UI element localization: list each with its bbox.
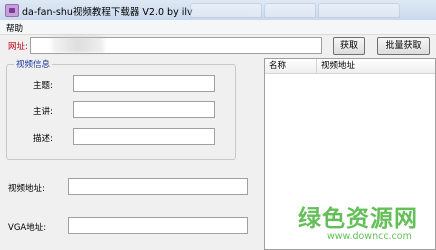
video-list-header: 名称 视频地址 bbox=[265, 59, 435, 74]
url-label: 网址: bbox=[8, 42, 28, 52]
app-icon bbox=[5, 4, 19, 17]
column-header-name[interactable]: 名称 bbox=[265, 59, 317, 73]
watermark-url: www.downcc.com bbox=[327, 231, 412, 242]
video-info-title: 视频信息 bbox=[14, 58, 53, 70]
subject-label: 主题: bbox=[33, 81, 53, 91]
speaker-input[interactable] bbox=[73, 101, 215, 118]
watermark-text: 绿色资源网 bbox=[298, 206, 418, 232]
video-address-input[interactable] bbox=[68, 178, 248, 195]
menu-help[interactable]: 帮助 bbox=[6, 22, 23, 34]
description-input[interactable] bbox=[73, 128, 215, 145]
background-tab bbox=[318, 3, 400, 18]
window-title: da-fan-shu视频教程下载器 V2.0 by ilv bbox=[22, 7, 193, 18]
column-header-video-address[interactable]: 视频地址 bbox=[317, 59, 435, 73]
batch-fetch-button[interactable]: 批量获取 bbox=[377, 37, 430, 55]
video-address-label: 视频地址: bbox=[8, 184, 45, 194]
url-redaction bbox=[52, 36, 104, 53]
vga-address-label: VGA地址: bbox=[8, 223, 47, 233]
background-tab bbox=[264, 3, 316, 18]
fetch-button[interactable]: 获取 bbox=[333, 37, 365, 55]
background-tab bbox=[190, 3, 262, 18]
menu-bar: 帮助 bbox=[0, 20, 436, 35]
subject-input[interactable] bbox=[73, 75, 215, 92]
title-bar: da-fan-shu视频教程下载器 V2.0 by ilv bbox=[0, 0, 436, 21]
speaker-label: 主讲: bbox=[33, 107, 53, 117]
vga-address-input[interactable] bbox=[68, 217, 248, 234]
description-label: 描述: bbox=[33, 134, 53, 144]
